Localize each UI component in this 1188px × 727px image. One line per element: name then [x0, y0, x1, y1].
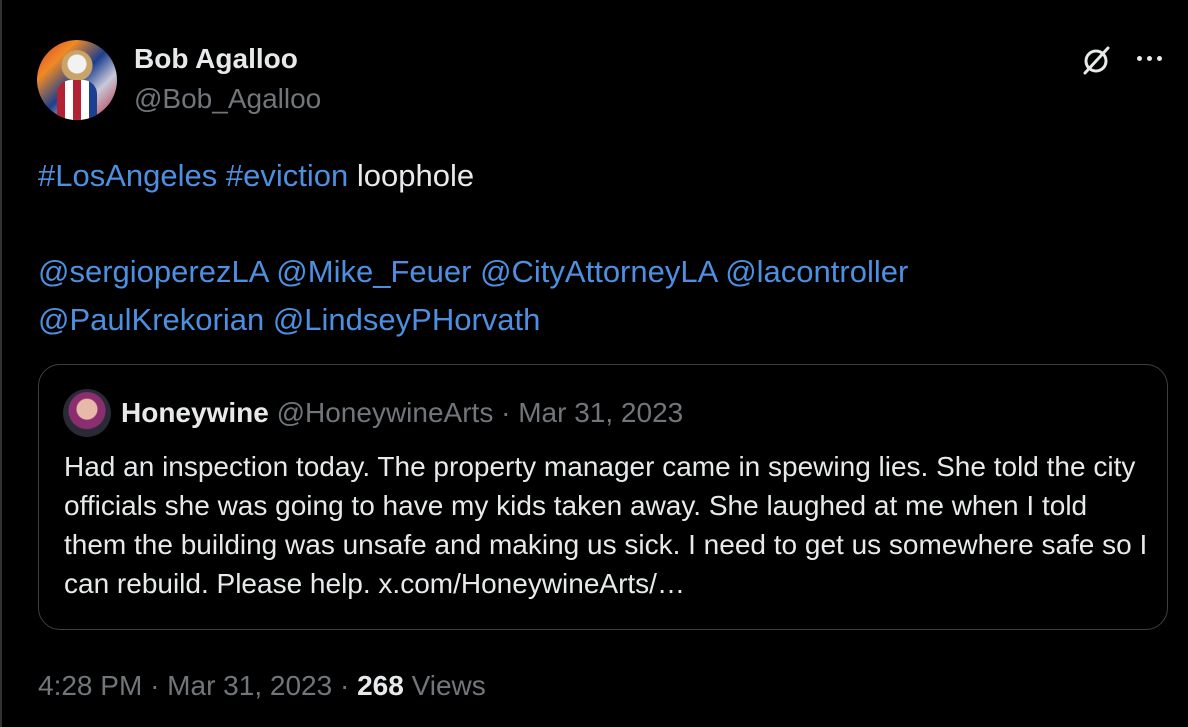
- quoted-date-separator: ·: [501, 397, 511, 428]
- tweet-line-mentions: @PaulKrekorian @LindseyPHorvath: [38, 296, 1158, 344]
- tweet-plain-text: loophole: [356, 158, 475, 193]
- mention-link[interactable]: @sergioperezLA: [38, 254, 268, 289]
- tweet-line-mentions: @sergioperezLA @Mike_Feuer @CityAttorney…: [38, 248, 1158, 296]
- mention-link[interactable]: @LindseyPHorvath: [273, 302, 541, 337]
- tweet-container: Bob Agalloo @Bob_Agalloo #LosAngeles #ev…: [0, 0, 1188, 727]
- grok-icon[interactable]: [1080, 44, 1112, 76]
- mention-link[interactable]: @PaulKrekorian: [38, 302, 264, 337]
- author-display-name[interactable]: Bob Agalloo: [134, 43, 298, 75]
- hashtag-link[interactable]: #LosAngeles: [38, 158, 217, 193]
- hashtag-link[interactable]: #eviction: [226, 158, 348, 193]
- quoted-tweet-text: Had an inspection today. The property ma…: [64, 451, 1148, 599]
- tweet-text: #LosAngeles #eviction loophole @sergiope…: [38, 152, 1158, 344]
- mention-link[interactable]: @Mike_Feuer: [276, 254, 471, 289]
- quoted-author-avatar[interactable]: [63, 389, 111, 437]
- quoted-tweet-card[interactable]: Honeywine @HoneywineArts · Mar 31, 2023 …: [38, 364, 1168, 630]
- tweet-line-hashtags: #LosAngeles #eviction loophole: [38, 152, 1158, 200]
- tweet-footer: 4:28 PM · Mar 31, 2023 · 268 Views: [38, 670, 486, 702]
- quoted-author-handle[interactable]: @HoneywineArts: [277, 397, 494, 428]
- views-label: Views: [411, 670, 486, 701]
- footer-separator: ·: [339, 670, 350, 701]
- mention-link[interactable]: @lacontroller: [725, 254, 908, 289]
- quoted-tweet-date[interactable]: Mar 31, 2023: [518, 397, 683, 428]
- author-handle[interactable]: @Bob_Agalloo: [134, 83, 321, 115]
- views-count[interactable]: 268: [357, 670, 404, 701]
- quoted-author-name[interactable]: Honeywine: [121, 397, 269, 428]
- author-avatar[interactable]: [37, 40, 117, 120]
- mention-link[interactable]: @CityAttorneyLA: [480, 254, 717, 289]
- footer-separator: ·: [150, 670, 160, 701]
- more-options-icon[interactable]: [1134, 44, 1166, 72]
- tweet-date[interactable]: Mar 31, 2023: [167, 670, 332, 701]
- quoted-tweet-header: Honeywine @HoneywineArts · Mar 31, 2023: [121, 397, 683, 429]
- tweet-time[interactable]: 4:28 PM: [38, 670, 142, 701]
